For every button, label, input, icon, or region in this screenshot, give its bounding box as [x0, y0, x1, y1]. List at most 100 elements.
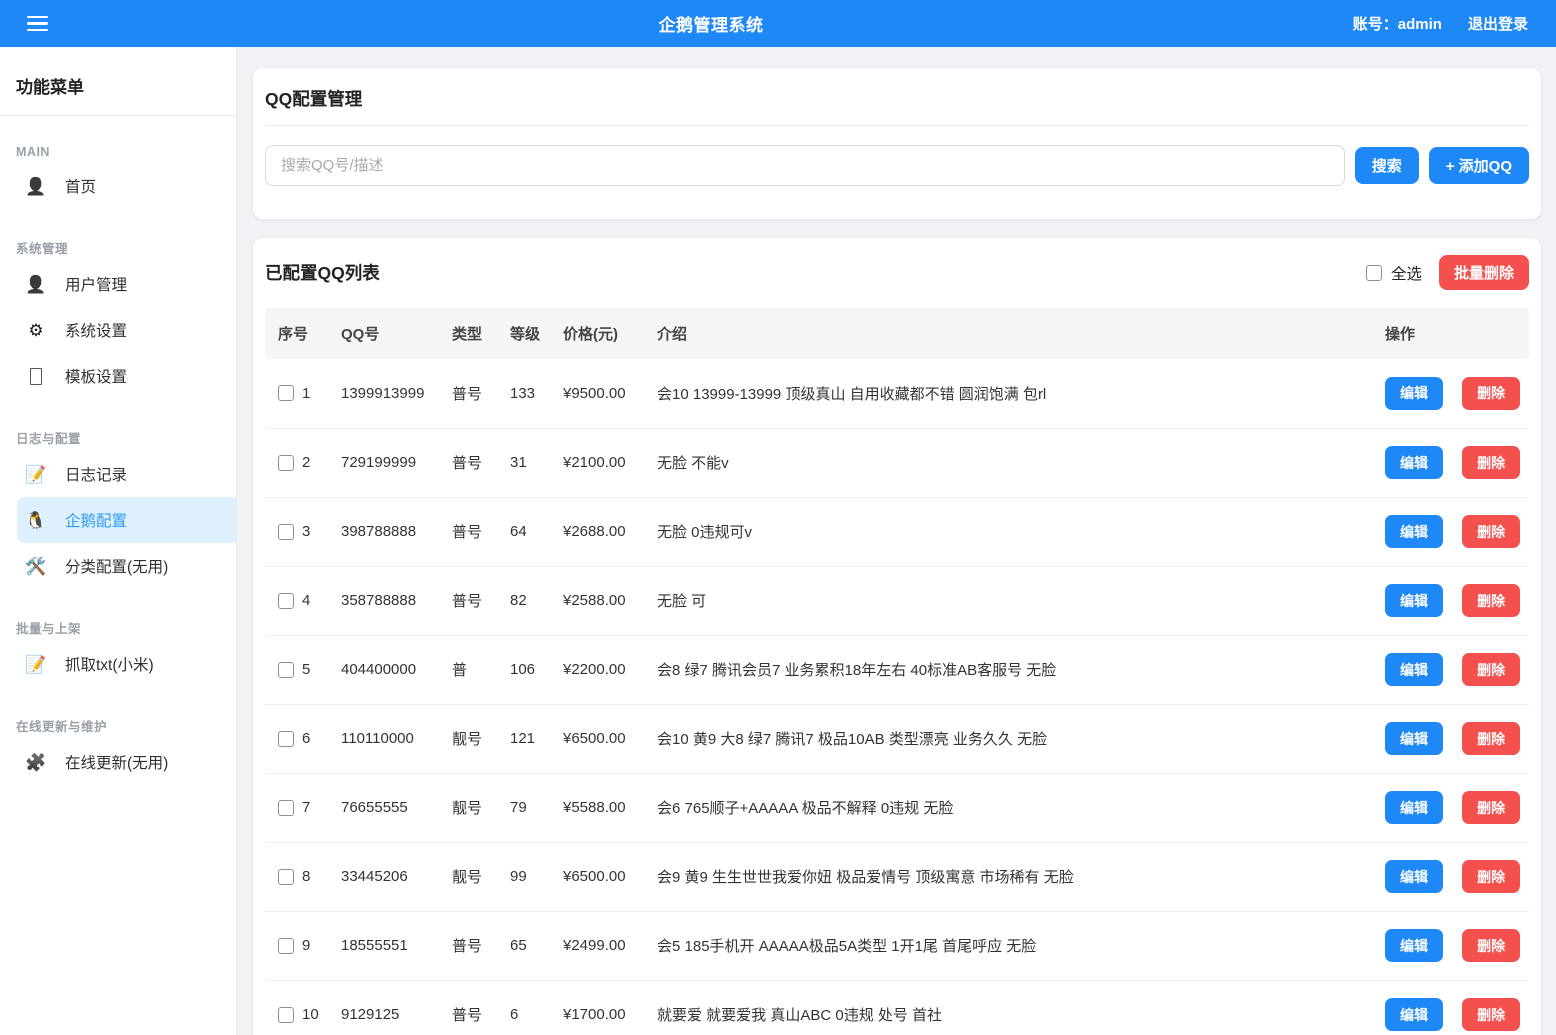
row-qq-number: 9129125 [331, 980, 442, 1035]
sidebar-item-grab-txt[interactable]: 📝 抓取txt(小米) [17, 641, 236, 687]
row-index: 8 [302, 868, 310, 885]
row-checkbox[interactable] [278, 1007, 294, 1023]
row-index: 2 [302, 454, 310, 471]
sidebar-item-label: 企鹅配置 [65, 509, 127, 531]
sidebar-item-template-settings[interactable]: 模板设置 [17, 353, 236, 399]
col-index: 序号 [265, 308, 331, 359]
row-qq-number: 404400000 [331, 635, 442, 704]
row-checkbox[interactable] [278, 385, 294, 401]
delete-button[interactable]: 删除 [1462, 791, 1520, 824]
edit-button[interactable]: 编辑 [1385, 998, 1443, 1031]
sidebar-item-log-records[interactable]: 📝日志记录 [17, 451, 236, 497]
delete-button[interactable]: 删除 [1462, 653, 1520, 686]
row-description: 会10 13999-13999 顶级真山 自用收藏都不错 圆润饱满 包rl [647, 359, 1375, 428]
topbar: 企鹅管理系统 账号：admin 退出登录 [0, 0, 1556, 47]
sidebar-item-user-management[interactable]: 👤用户管理 [17, 261, 236, 307]
sidebar: 功能菜单 MAIN👤首页系统管理👤用户管理⚙系统设置模板设置日志与配置📝日志记录… [0, 47, 237, 1035]
edit-button[interactable]: 编辑 [1385, 722, 1443, 755]
edit-button[interactable]: 编辑 [1385, 653, 1443, 686]
row-index: 7 [302, 799, 310, 816]
delete-button[interactable]: 删除 [1462, 929, 1520, 962]
qq-list-card: 已配置QQ列表 全选 批量删除 序号 QQ号 [253, 238, 1541, 1035]
search-input[interactable] [265, 145, 1345, 186]
table-row: 3 398788888 普号 64 ¥2688.00 无脸 0违规可v 编辑 删… [265, 497, 1529, 566]
row-checkbox[interactable] [278, 800, 294, 816]
row-type: 普号 [442, 497, 500, 566]
row-price: ¥2588.00 [553, 566, 647, 635]
row-qq-number: 358788888 [331, 566, 442, 635]
sidebar-item-system-settings[interactable]: ⚙系统设置 [17, 307, 236, 353]
edit-button[interactable]: 编辑 [1385, 515, 1443, 548]
config-card-title: QQ配置管理 [265, 86, 1529, 111]
user-icon: 👤 [24, 276, 48, 293]
sidebar-item-label: 首页 [65, 175, 96, 197]
delete-button[interactable]: 删除 [1462, 515, 1520, 548]
table-row: 8 33445206 靓号 99 ¥6500.00 会9 黄9 生生世世我爱你妞… [265, 842, 1529, 911]
row-checkbox[interactable] [278, 455, 294, 471]
edit-button[interactable]: 编辑 [1385, 446, 1443, 479]
row-checkbox[interactable] [278, 731, 294, 747]
row-type: 普号 [442, 911, 500, 980]
delete-button[interactable]: 删除 [1462, 584, 1520, 617]
table-header-row: 序号 QQ号 类型 等级 价格(元) 介绍 操作 [265, 308, 1529, 359]
row-checkbox[interactable] [278, 662, 294, 678]
delete-button[interactable]: 删除 [1462, 860, 1520, 893]
account-label: 账号：admin [1353, 13, 1442, 34]
row-level: 79 [500, 773, 553, 842]
sidebar-nav: MAIN👤首页系统管理👤用户管理⚙系统设置模板设置日志与配置📝日志记录🐧企鹅配置… [0, 145, 236, 785]
row-qq-number: 33445206 [331, 842, 442, 911]
delete-button[interactable]: 删除 [1462, 446, 1520, 479]
search-button[interactable]: 搜索 [1355, 147, 1419, 184]
row-checkbox[interactable] [278, 938, 294, 954]
sidebar-item-home[interactable]: 👤首页 [17, 163, 236, 209]
memo-icon: 📝 [24, 466, 48, 483]
logout-link[interactable]: 退出登录 [1468, 13, 1528, 34]
row-level: 133 [500, 359, 553, 428]
memo-icon: 📝 [24, 656, 48, 673]
penguin-icon: 🐧 [24, 512, 48, 529]
row-index: 9 [302, 937, 310, 954]
row-index: 1 [302, 385, 310, 402]
select-all-checkbox[interactable] [1366, 265, 1382, 281]
col-actions: 操作 [1375, 308, 1529, 359]
edit-button[interactable]: 编辑 [1385, 929, 1443, 962]
row-index: 3 [302, 523, 310, 540]
table-row: 9 18555551 普号 65 ¥2499.00 会5 185手机开 AAAA… [265, 911, 1529, 980]
menu-icon[interactable] [27, 16, 48, 32]
row-description: 无脸 0违规可v [647, 497, 1375, 566]
row-type: 普号 [442, 428, 500, 497]
main-content: QQ配置管理 搜索 + 添加QQ 已配置QQ列表 全选 批量删除 [237, 47, 1556, 1035]
row-price: ¥9500.00 [553, 359, 647, 428]
sidebar-item-category-config[interactable]: 🛠️分类配置(无用) [17, 543, 236, 589]
row-price: ¥2688.00 [553, 497, 647, 566]
row-index: 6 [302, 730, 310, 747]
col-level: 等级 [500, 308, 553, 359]
row-checkbox[interactable] [278, 869, 294, 885]
row-type: 普 [442, 635, 500, 704]
sidebar-section-label: 日志与配置 [16, 428, 220, 447]
col-type: 类型 [442, 308, 500, 359]
edit-button[interactable]: 编辑 [1385, 860, 1443, 893]
row-checkbox[interactable] [278, 524, 294, 540]
row-type: 靓号 [442, 773, 500, 842]
select-all[interactable]: 全选 [1366, 262, 1422, 284]
delete-button[interactable]: 删除 [1462, 998, 1520, 1031]
delete-button[interactable]: 删除 [1462, 722, 1520, 755]
sidebar-item-penguin-config[interactable]: 🐧 企鹅配置 [17, 497, 236, 543]
edit-button[interactable]: 编辑 [1385, 791, 1443, 824]
table-row: 4 358788888 普号 82 ¥2588.00 无脸 可 编辑 删除 [265, 566, 1529, 635]
row-type: 靓号 [442, 704, 500, 773]
batch-delete-button[interactable]: 批量删除 [1439, 255, 1529, 290]
sidebar-item-label: 抓取txt(小米) [65, 653, 154, 675]
edit-button[interactable]: 编辑 [1385, 377, 1443, 410]
row-checkbox[interactable] [278, 593, 294, 609]
table-row: 1 1399913999 普号 133 ¥9500.00 会10 13999-1… [265, 359, 1529, 428]
edit-button[interactable]: 编辑 [1385, 584, 1443, 617]
sidebar-item-online-update[interactable]: 🧩在线更新(无用) [17, 739, 236, 785]
tools-icon: 🛠️ [24, 558, 48, 575]
row-index: 5 [302, 661, 310, 678]
add-qq-button[interactable]: + 添加QQ [1429, 147, 1529, 184]
delete-button[interactable]: 删除 [1462, 377, 1520, 410]
gear-icon: ⚙ [24, 322, 48, 339]
row-index: 4 [302, 592, 310, 609]
